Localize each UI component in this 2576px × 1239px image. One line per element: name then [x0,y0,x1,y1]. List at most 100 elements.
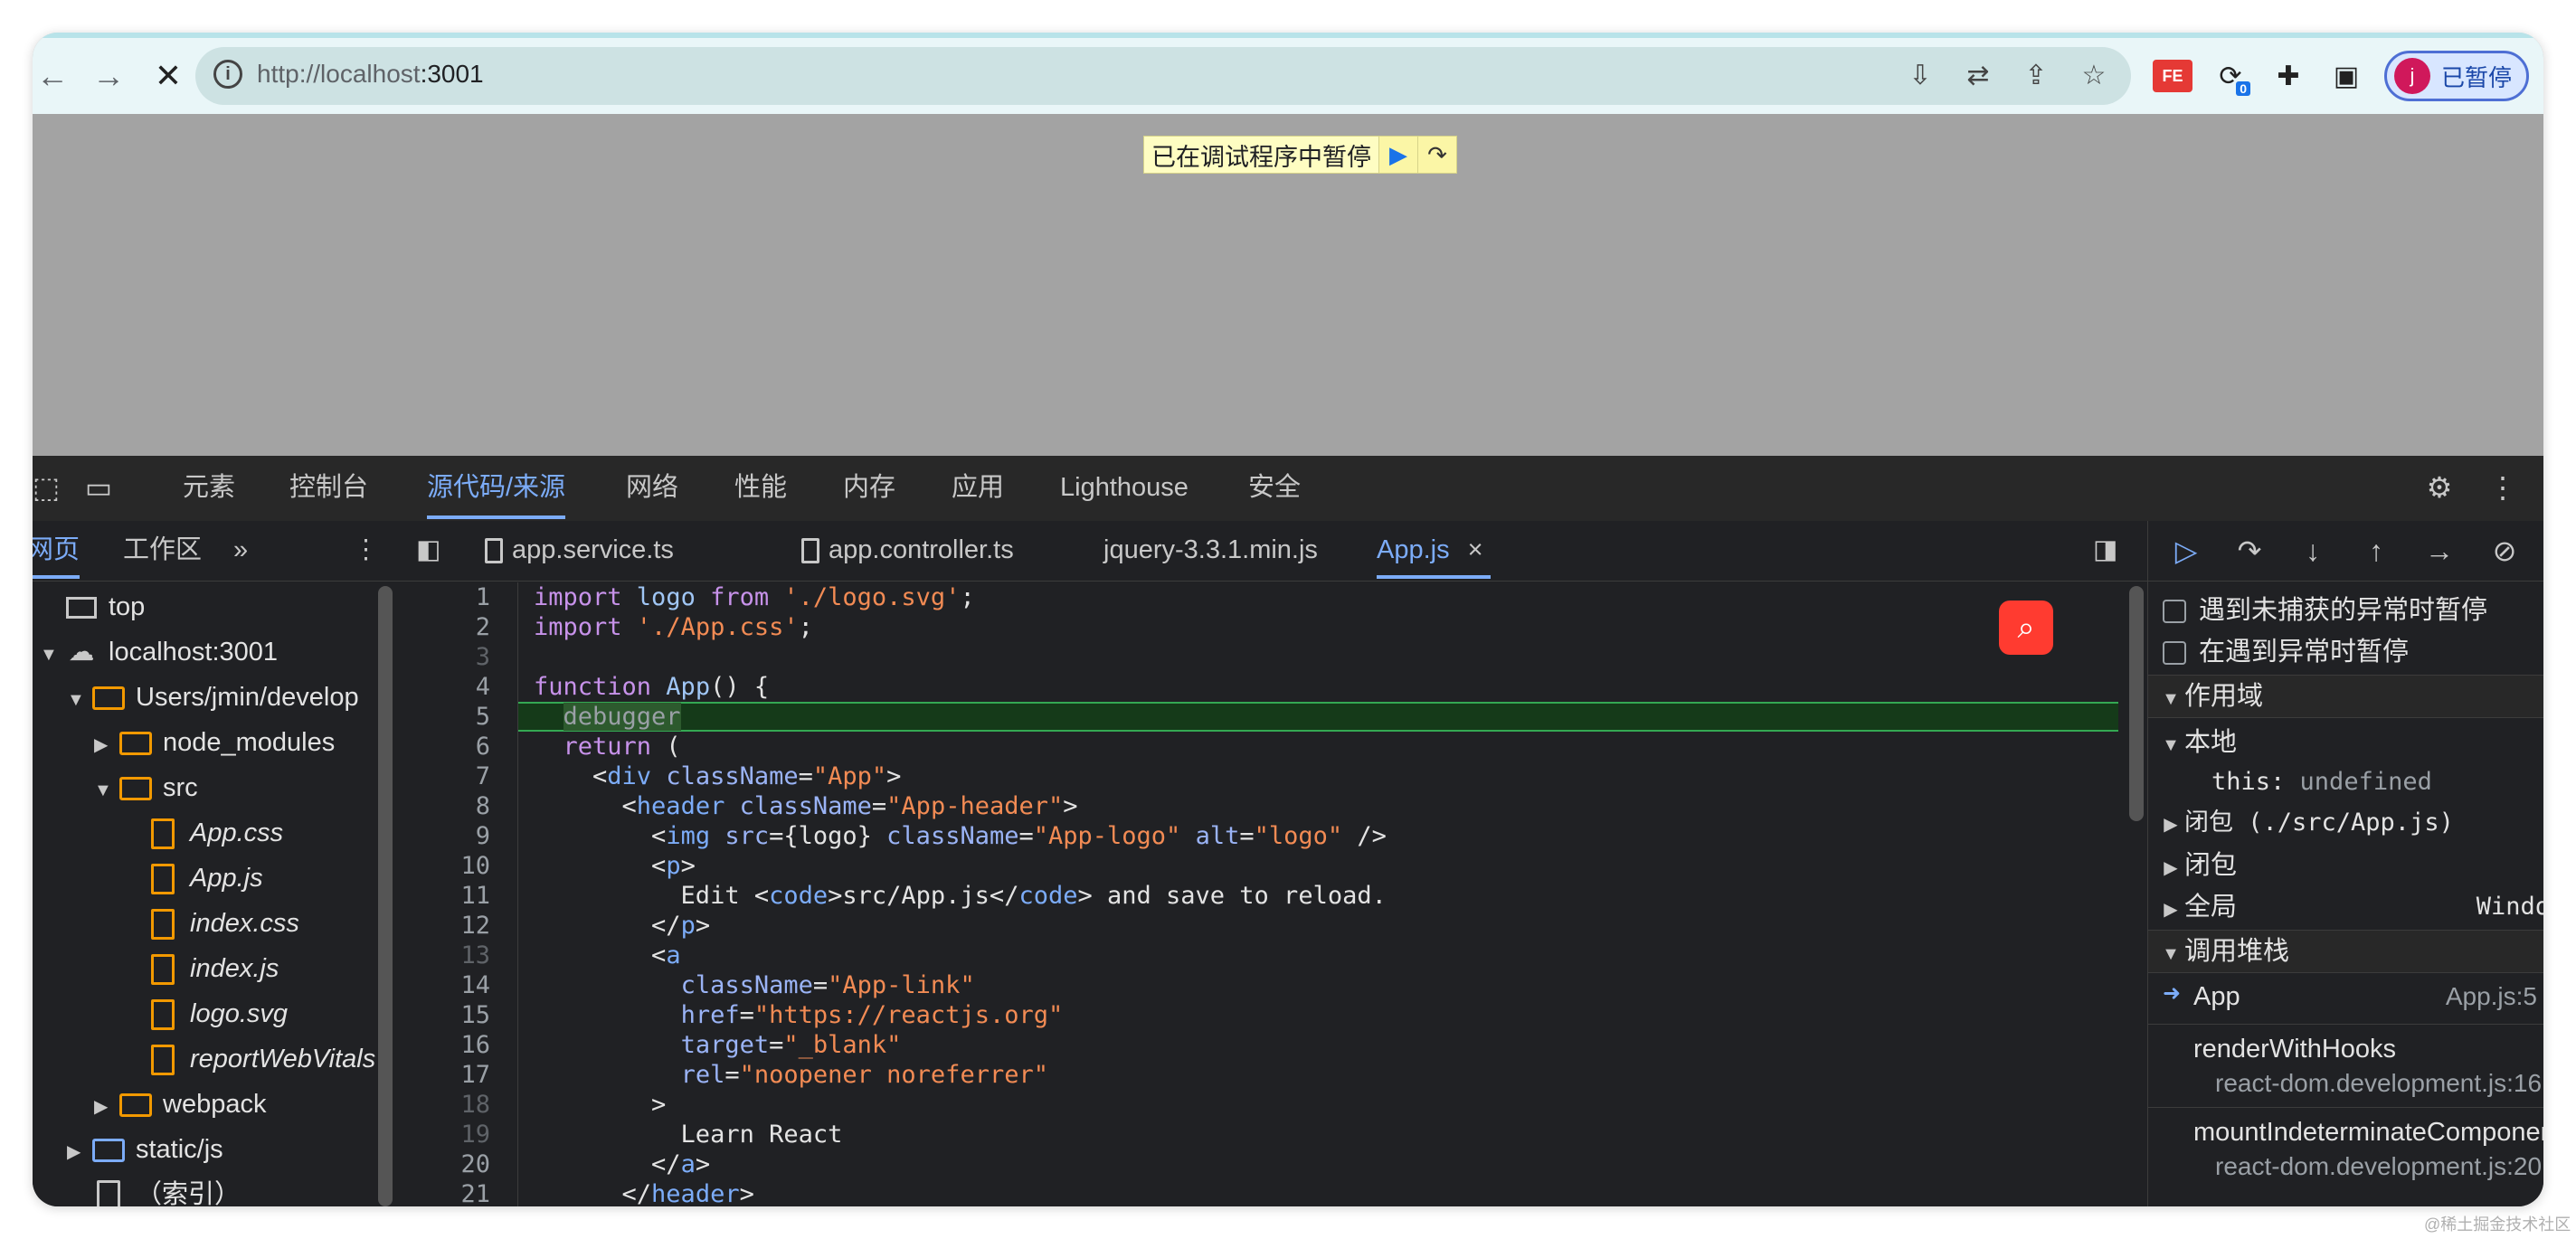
forward-icon[interactable]: → [89,54,128,98]
resume-execution-icon[interactable]: ▷ [2166,532,2206,570]
scope-closure[interactable]: ▶ 闭包 [2148,845,2543,886]
checkbox[interactable] [2163,600,2186,624]
tab-elements[interactable]: 元素 [183,456,235,519]
more-options-icon[interactable]: ⋮ [2484,468,2522,506]
line-number[interactable]: 6 [400,732,490,761]
expand-triangle-icon[interactable]: ▼ [94,768,116,813]
side-panel-icon[interactable]: ▣ [2326,51,2366,101]
device-toolbar-icon[interactable]: ▭ [80,468,118,506]
tree-item[interactable]: top [40,584,145,629]
line-number[interactable]: 12 [400,911,490,941]
navigator-scrollbar[interactable] [378,586,393,1206]
share-icon[interactable]: ⇪ [2017,56,2055,94]
line-number[interactable]: 16 [400,1030,490,1060]
checkbox[interactable] [2163,641,2186,666]
tree-item[interactable]: （索引） [67,1172,241,1206]
line-number[interactable]: 11 [400,881,490,911]
tab-console[interactable]: 控制台 [289,456,368,519]
tree-item[interactable]: ▶ webpack [94,1082,266,1127]
bookmark-star-icon[interactable]: ☆ [2075,56,2113,94]
tree-item[interactable]: index.css [121,901,299,946]
scope-variable[interactable]: this: undefined [2148,761,2543,803]
call-frame[interactable]: mountIndeterminateComponent react-dom.de… [2148,1107,2543,1206]
site-info-icon[interactable]: i [213,60,242,89]
scope-closure-file[interactable]: ▶ 闭包 (./src/App.js) [2148,801,2543,843]
resume-icon[interactable]: ▶︎ [1378,137,1417,173]
tab-sources[interactable]: 源代码/来源 [427,456,566,519]
sync-extension-icon[interactable]: ⟳ 0 [2211,51,2250,101]
line-number[interactable]: 9 [400,821,490,851]
editor-tab-active[interactable]: App.js × [1377,521,1491,579]
scope-global[interactable]: ▶ 全局 Windo [2148,886,2543,928]
line-number[interactable]: 3 [400,642,490,672]
line-number[interactable]: 14 [400,970,490,1000]
line-number[interactable]: 19 [400,1120,490,1149]
pause-caught-option[interactable]: 在遇到异常时暂停 [2148,631,2543,673]
line-number[interactable]: 15 [400,1000,490,1030]
line-number-gutter[interactable]: 1 2 3 4 5 6 7 8 9 10 11 12 13 14 15 16 17 18 19 20 21 [400,582,518,1206]
tab-network[interactable]: 网络 [626,456,678,519]
editor-tab[interactable]: app.controller.ts [801,521,1014,579]
tree-item[interactable]: index.js [121,946,279,991]
tab-memory[interactable]: 内存 [843,456,895,519]
tree-item[interactable]: App.css [121,810,283,856]
tree-item[interactable]: App.js [121,856,263,901]
tree-item[interactable]: ▶ node_modules [94,720,335,765]
line-number[interactable]: 17 [400,1060,490,1090]
expand-triangle-icon[interactable]: ▼ [40,632,62,677]
step-into-icon[interactable]: ↓ [2293,532,2333,570]
tree-item[interactable]: logo.svg [121,991,288,1036]
collapse-triangle-icon[interactable]: ▶ [67,1130,89,1175]
tree-item[interactable]: ▼ src [94,765,198,810]
line-number[interactable]: 20 [400,1149,490,1179]
address-bar[interactable]: i http://localhost:3001 ⇩ ⇄ ⇪ ☆ [195,47,2131,105]
more-tabs-icon[interactable]: » [233,521,248,579]
tree-item[interactable]: ▼ Users/jmin/develop [67,675,359,720]
tab-security[interactable]: 安全 [1248,456,1301,519]
line-number[interactable]: 21 [400,1179,490,1206]
step-over-icon[interactable]: ↷ [2230,532,2269,570]
call-frame-current[interactable]: ➜ App App.js:5 [2148,973,2543,1025]
tree-item[interactable]: ▼ ☁ localhost:3001 [40,629,278,675]
collapse-triangle-icon[interactable]: ▶ [94,1084,116,1130]
tab-performance[interactable]: 性能 [734,456,787,519]
tree-item[interactable]: ▶ static/js [67,1127,223,1172]
expand-triangle-icon[interactable]: ▼ [67,677,89,723]
tree-item[interactable]: reportWebVitals [121,1036,375,1082]
line-number[interactable]: 18 [400,1090,490,1120]
navigator-menu-icon[interactable]: ⋮ [353,521,379,579]
translate-icon[interactable]: ⇄ [1959,56,1997,94]
scope-section-header[interactable]: ▼ 作用域 [2148,675,2543,718]
call-frame[interactable]: renderWithHooks react-dom.development.js… [2148,1024,2543,1108]
line-number[interactable]: 8 [400,791,490,821]
line-number[interactable]: 2 [400,612,490,642]
line-number[interactable]: 7 [400,761,490,791]
profile-button[interactable]: j 已暂停 [2384,51,2529,101]
editor-tab[interactable]: app.service.ts [485,521,674,579]
step-over-icon[interactable]: ↷ [1417,137,1456,173]
step-icon[interactable]: → [2420,532,2459,570]
url-text[interactable]: http://localhost:3001 [257,60,484,89]
tab-workspace[interactable]: 工作区 [123,521,202,579]
pause-uncaught-option[interactable]: 遇到未捕获的异常时暂停 [2148,590,2543,631]
close-tab-icon[interactable]: × [1468,535,1483,564]
line-number[interactable]: 5 [400,702,490,732]
puzzle-extensions-icon[interactable]: ✚ [2268,51,2308,101]
editor-tab[interactable]: jquery-3.3.1.min.js [1103,521,1318,579]
line-number[interactable]: 13 [400,941,490,970]
line-number[interactable]: 10 [400,851,490,881]
toggle-navigator-icon[interactable]: ◧ [416,521,440,579]
stop-loading-icon[interactable]: ✕ [148,54,188,98]
install-app-icon[interactable]: ⇩ [1901,56,1939,94]
fe-extension-icon[interactable]: FE [2153,60,2192,92]
editor-scrollbar[interactable] [2129,586,2144,821]
collapse-triangle-icon[interactable]: ▶ [94,723,116,768]
inspect-element-icon[interactable]: ⬚ [33,468,65,506]
deactivate-breakpoints-icon[interactable]: ⊘ [2485,532,2524,570]
code-area[interactable]: 1 2 3 4 5 6 7 8 9 10 11 12 13 14 15 16 17 18 19 20 21 import… [400,582,2118,1206]
tab-application[interactable]: 应用 [952,456,1004,519]
settings-gear-icon[interactable]: ⚙ [2420,468,2458,506]
tab-lighthouse[interactable]: Lighthouse [1060,456,1189,519]
scope-local[interactable]: ▼ 本地 [2148,722,2543,763]
callstack-section-header[interactable]: ▼ 调用堆栈 [2148,930,2543,973]
